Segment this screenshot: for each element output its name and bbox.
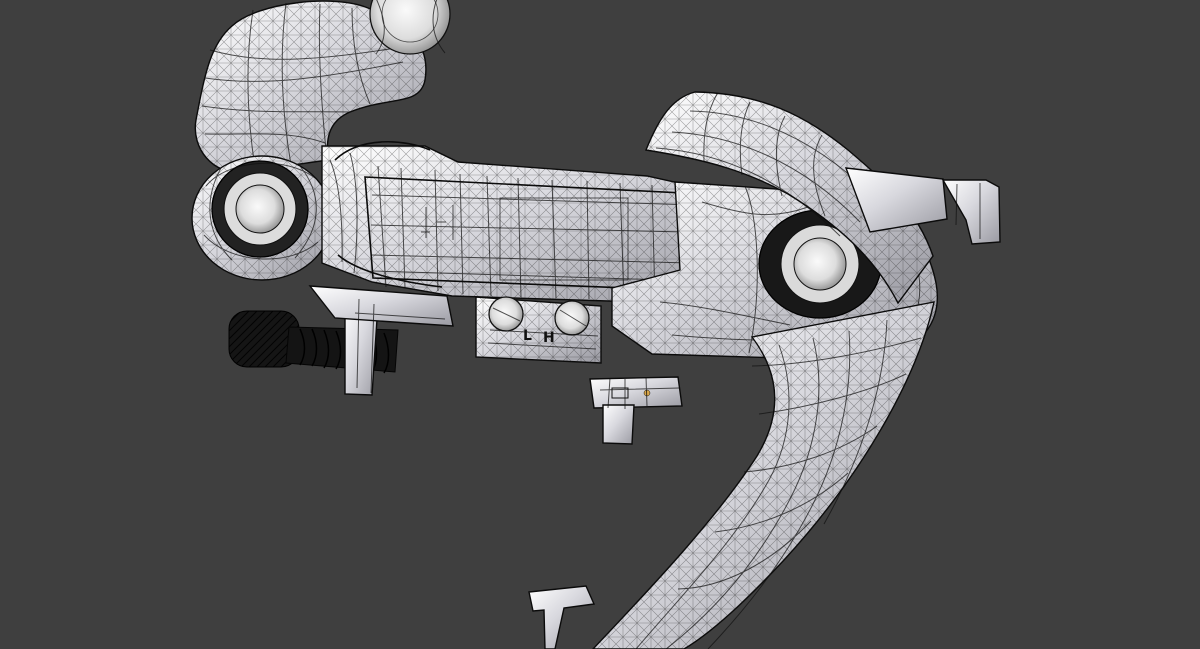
3d-viewport[interactable]: L H bbox=[0, 0, 1200, 649]
upper-pivot[interactable] bbox=[191, 155, 333, 281]
limit-screw-block[interactable]: L H bbox=[475, 296, 602, 364]
barrel-adjuster[interactable] bbox=[228, 285, 454, 396]
b-tension-bolt[interactable] bbox=[589, 376, 683, 445]
derailleur-wireframe-model[interactable]: L H bbox=[0, 0, 1200, 649]
high-limit-label: H bbox=[543, 330, 555, 346]
low-limit-label: L bbox=[523, 328, 532, 344]
